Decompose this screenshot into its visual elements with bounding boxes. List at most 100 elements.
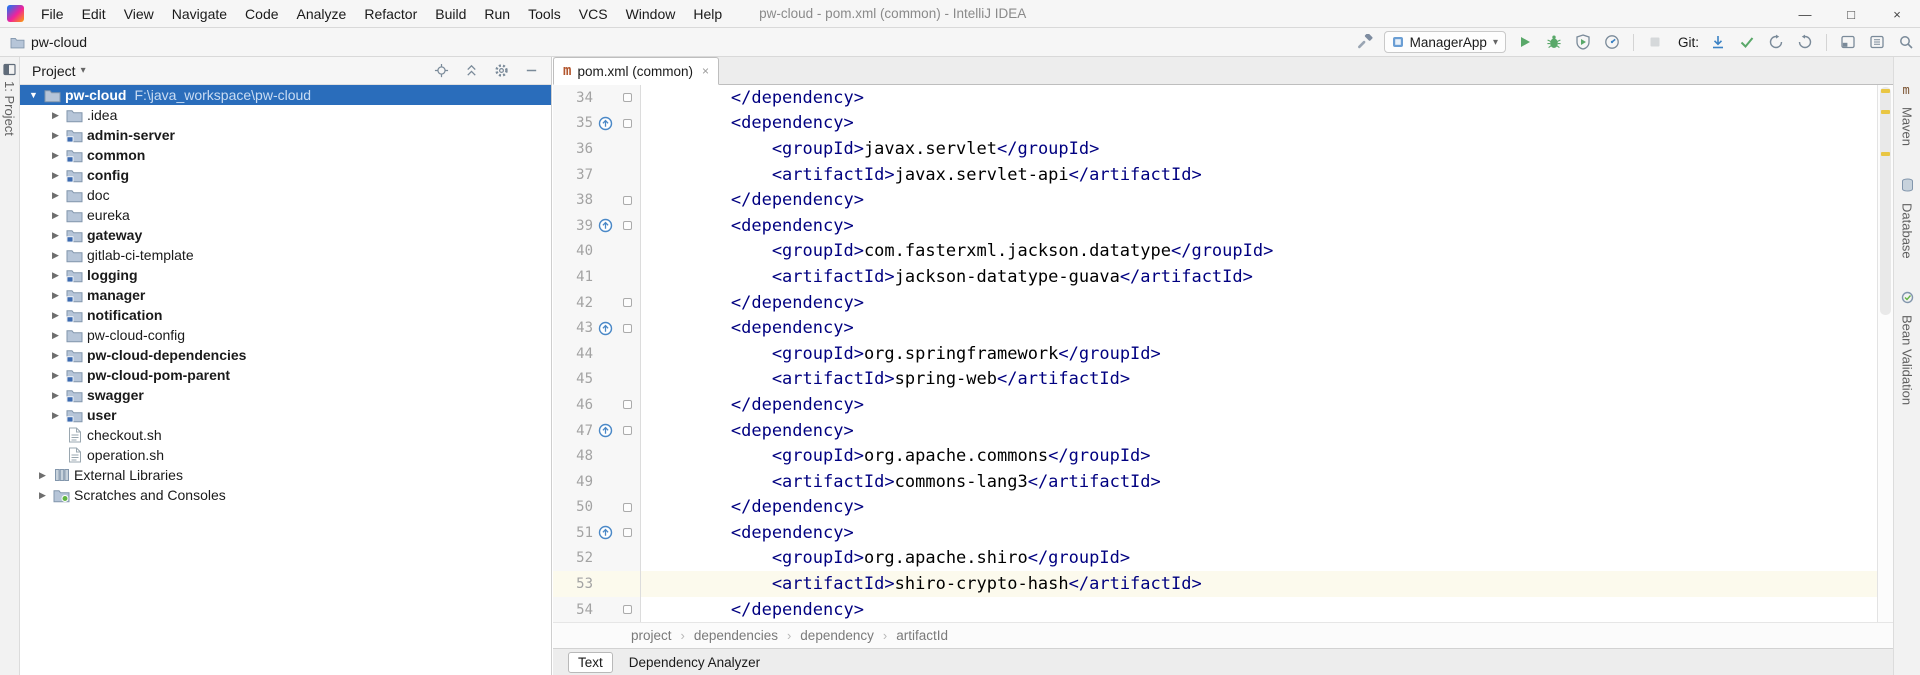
menu-item-help[interactable]: Help <box>684 0 731 28</box>
tree-item-checkout.sh[interactable]: checkout.sh <box>20 425 551 445</box>
code-line-41[interactable]: 41 <artifactId>jackson-datatype-guava</a… <box>553 264 1877 290</box>
menu-item-file[interactable]: File <box>32 0 73 28</box>
scrollbar-thumb[interactable] <box>1880 87 1891 315</box>
breadcrumb-item-dependency[interactable]: dependency <box>800 628 874 643</box>
tree-arrow-icon[interactable]: ▶ <box>48 110 63 121</box>
tree-item-admin-server[interactable]: ▶admin-server <box>20 125 551 145</box>
line-number[interactable]: 41 <box>557 269 593 285</box>
menu-item-tools[interactable]: Tools <box>519 0 570 28</box>
line-number[interactable]: 45 <box>557 371 593 387</box>
restore-layout-button[interactable] <box>1838 32 1858 52</box>
code-line-46[interactable]: 46 </dependency> <box>553 392 1877 418</box>
tree-arrow-icon[interactable]: ▶ <box>48 170 63 181</box>
tree-arrow-icon[interactable]: ▶ <box>48 270 63 281</box>
collapse-all-icon[interactable] <box>464 63 479 78</box>
line-number[interactable]: 49 <box>557 474 593 490</box>
minimize-button[interactable]: — <box>1782 0 1828 28</box>
menu-item-edit[interactable]: Edit <box>73 0 115 28</box>
warning-mark[interactable] <box>1881 89 1890 93</box>
vcs-commit-button[interactable] <box>1737 32 1757 52</box>
code-line-51[interactable]: 51 <dependency> <box>553 520 1877 546</box>
code-line-38[interactable]: 38 </dependency> <box>553 187 1877 213</box>
tree-item-gitlab-ci-template[interactable]: ▶gitlab-ci-template <box>20 245 551 265</box>
tool-stripe-database[interactable]: Database <box>1900 178 1915 259</box>
tree-arrow-icon[interactable]: ▶ <box>48 310 63 321</box>
fold-marker-icon[interactable] <box>617 503 637 512</box>
chevron-down-icon[interactable]: ▾ <box>81 65 86 76</box>
navigation-bar-root[interactable]: pw-cloud <box>10 34 87 50</box>
tool-stripe-bean-validation[interactable]: Bean Validation <box>1900 291 1915 405</box>
code-line-49[interactable]: 49 <artifactId>commons-lang3</artifactId… <box>553 469 1877 495</box>
fold-marker-icon[interactable] <box>617 119 637 128</box>
code-area[interactable]: 34 </dependency>35 <dependency>36 <group… <box>553 85 1877 622</box>
locate-file-icon[interactable] <box>434 63 449 78</box>
line-number[interactable]: 48 <box>557 448 593 464</box>
warning-mark[interactable] <box>1881 110 1890 114</box>
tool-stripe-project[interactable]: 1: Project <box>0 63 19 136</box>
tree-arrow-icon[interactable]: ▶ <box>48 410 63 421</box>
fold-marker-icon[interactable] <box>617 196 637 205</box>
maximize-button[interactable]: □ <box>1828 0 1874 28</box>
vcs-history-button[interactable] <box>1766 32 1786 52</box>
line-number[interactable]: 36 <box>557 141 593 157</box>
menu-item-view[interactable]: View <box>115 0 163 28</box>
tree-item-external-libraries[interactable]: ▶External Libraries <box>20 465 551 485</box>
close-tab-icon[interactable]: × <box>702 64 709 78</box>
code-line-53[interactable]: 53 <artifactId>shiro-crypto-hash</artifa… <box>553 571 1877 597</box>
fold-marker-icon[interactable] <box>617 93 637 102</box>
tree-item-gateway[interactable]: ▶gateway <box>20 225 551 245</box>
code-line-44[interactable]: 44 <groupId>org.springframework</groupId… <box>553 341 1877 367</box>
vcs-rollback-button[interactable] <box>1795 32 1815 52</box>
tree-arrow-icon[interactable]: ▶ <box>35 470 50 481</box>
tree-item-pw-cloud-dependencies[interactable]: ▶pw-cloud-dependencies <box>20 345 551 365</box>
tree-item-pw-cloud-pom-parent[interactable]: ▶pw-cloud-pom-parent <box>20 365 551 385</box>
fold-marker-icon[interactable] <box>617 528 637 537</box>
hide-windows-button[interactable] <box>1867 32 1887 52</box>
tree-item-scratches-and-consoles[interactable]: ▶Scratches and Consoles <box>20 485 551 505</box>
build-hammer-icon[interactable] <box>1355 32 1375 52</box>
override-gutter-icon[interactable] <box>593 218 617 233</box>
menu-item-navigate[interactable]: Navigate <box>163 0 236 28</box>
line-number[interactable]: 44 <box>557 346 593 362</box>
tree-item-pw-cloud[interactable]: ▼pw-cloudF:\java_workspace\pw-cloud <box>20 85 551 105</box>
code-line-50[interactable]: 50 </dependency> <box>553 495 1877 521</box>
bottom-tab-text[interactable]: Text <box>568 652 613 673</box>
tree-arrow-icon[interactable]: ▼ <box>26 90 41 100</box>
run-coverage-button[interactable] <box>1573 32 1593 52</box>
breadcrumb-item-dependencies[interactable]: dependencies <box>694 628 778 643</box>
tree-item-operation.sh[interactable]: operation.sh <box>20 445 551 465</box>
menu-item-code[interactable]: Code <box>236 0 287 28</box>
line-number[interactable]: 46 <box>557 397 593 413</box>
tree-arrow-icon[interactable]: ▶ <box>48 250 63 261</box>
line-number[interactable]: 53 <box>557 576 593 592</box>
tree-item-notification[interactable]: ▶notification <box>20 305 551 325</box>
line-number[interactable]: 50 <box>557 499 593 515</box>
tree-item-config[interactable]: ▶config <box>20 165 551 185</box>
line-number[interactable]: 42 <box>557 295 593 311</box>
line-number[interactable]: 37 <box>557 167 593 183</box>
code-line-36[interactable]: 36 <groupId>javax.servlet</groupId> <box>553 136 1877 162</box>
tree-item-manager[interactable]: ▶manager <box>20 285 551 305</box>
menu-item-run[interactable]: Run <box>475 0 519 28</box>
code-line-43[interactable]: 43 <dependency> <box>553 315 1877 341</box>
tool-stripe-maven[interactable]: mMaven <box>1900 83 1915 146</box>
tree-arrow-icon[interactable]: ▶ <box>48 350 63 361</box>
override-gutter-icon[interactable] <box>593 321 617 336</box>
fold-marker-icon[interactable] <box>617 221 637 230</box>
breadcrumb-item-project[interactable]: project <box>631 628 672 643</box>
tree-arrow-icon[interactable]: ▶ <box>48 150 63 161</box>
code-line-45[interactable]: 45 <artifactId>spring-web</artifactId> <box>553 367 1877 393</box>
code-line-37[interactable]: 37 <artifactId>javax.servlet-api</artifa… <box>553 162 1877 188</box>
code-line-47[interactable]: 47 <dependency> <box>553 418 1877 444</box>
tree-arrow-icon[interactable]: ▶ <box>48 290 63 301</box>
editor-tab-pom-xml[interactable]: m pom.xml (common) × <box>553 57 719 85</box>
tree-item-doc[interactable]: ▶doc <box>20 185 551 205</box>
line-number[interactable]: 43 <box>557 320 593 336</box>
fold-marker-icon[interactable] <box>617 426 637 435</box>
tree-arrow-icon[interactable]: ▶ <box>35 490 50 501</box>
bottom-tab-dependency-analyzer[interactable]: Dependency Analyzer <box>619 652 770 673</box>
fold-marker-icon[interactable] <box>617 324 637 333</box>
tree-arrow-icon[interactable]: ▶ <box>48 210 63 221</box>
code-line-52[interactable]: 52 <groupId>org.apache.shiro</groupId> <box>553 546 1877 572</box>
line-number[interactable]: 39 <box>557 218 593 234</box>
